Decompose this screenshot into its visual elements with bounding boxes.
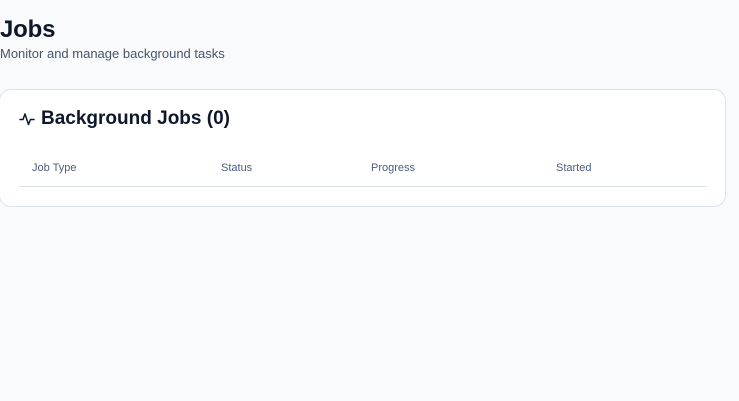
column-header-job-type[interactable]: Job Type [32,161,76,175]
background-jobs-card: Background Jobs (0) Job Type Status Prog… [0,89,726,207]
page-title: Jobs [0,16,56,43]
activity-icon [19,111,35,127]
jobs-table: Job Type Status Progress Started [19,158,707,187]
page-subtitle: Monitor and manage background tasks [0,46,225,61]
jobs-page: Jobs Monitor and manage background tasks… [0,0,739,401]
column-header-started[interactable]: Started [556,161,591,175]
card-header: Background Jobs (0) [19,107,230,131]
card-title: Background Jobs (0) [41,108,230,129]
column-header-progress[interactable]: Progress [371,161,415,175]
column-header-status[interactable]: Status [221,161,252,175]
